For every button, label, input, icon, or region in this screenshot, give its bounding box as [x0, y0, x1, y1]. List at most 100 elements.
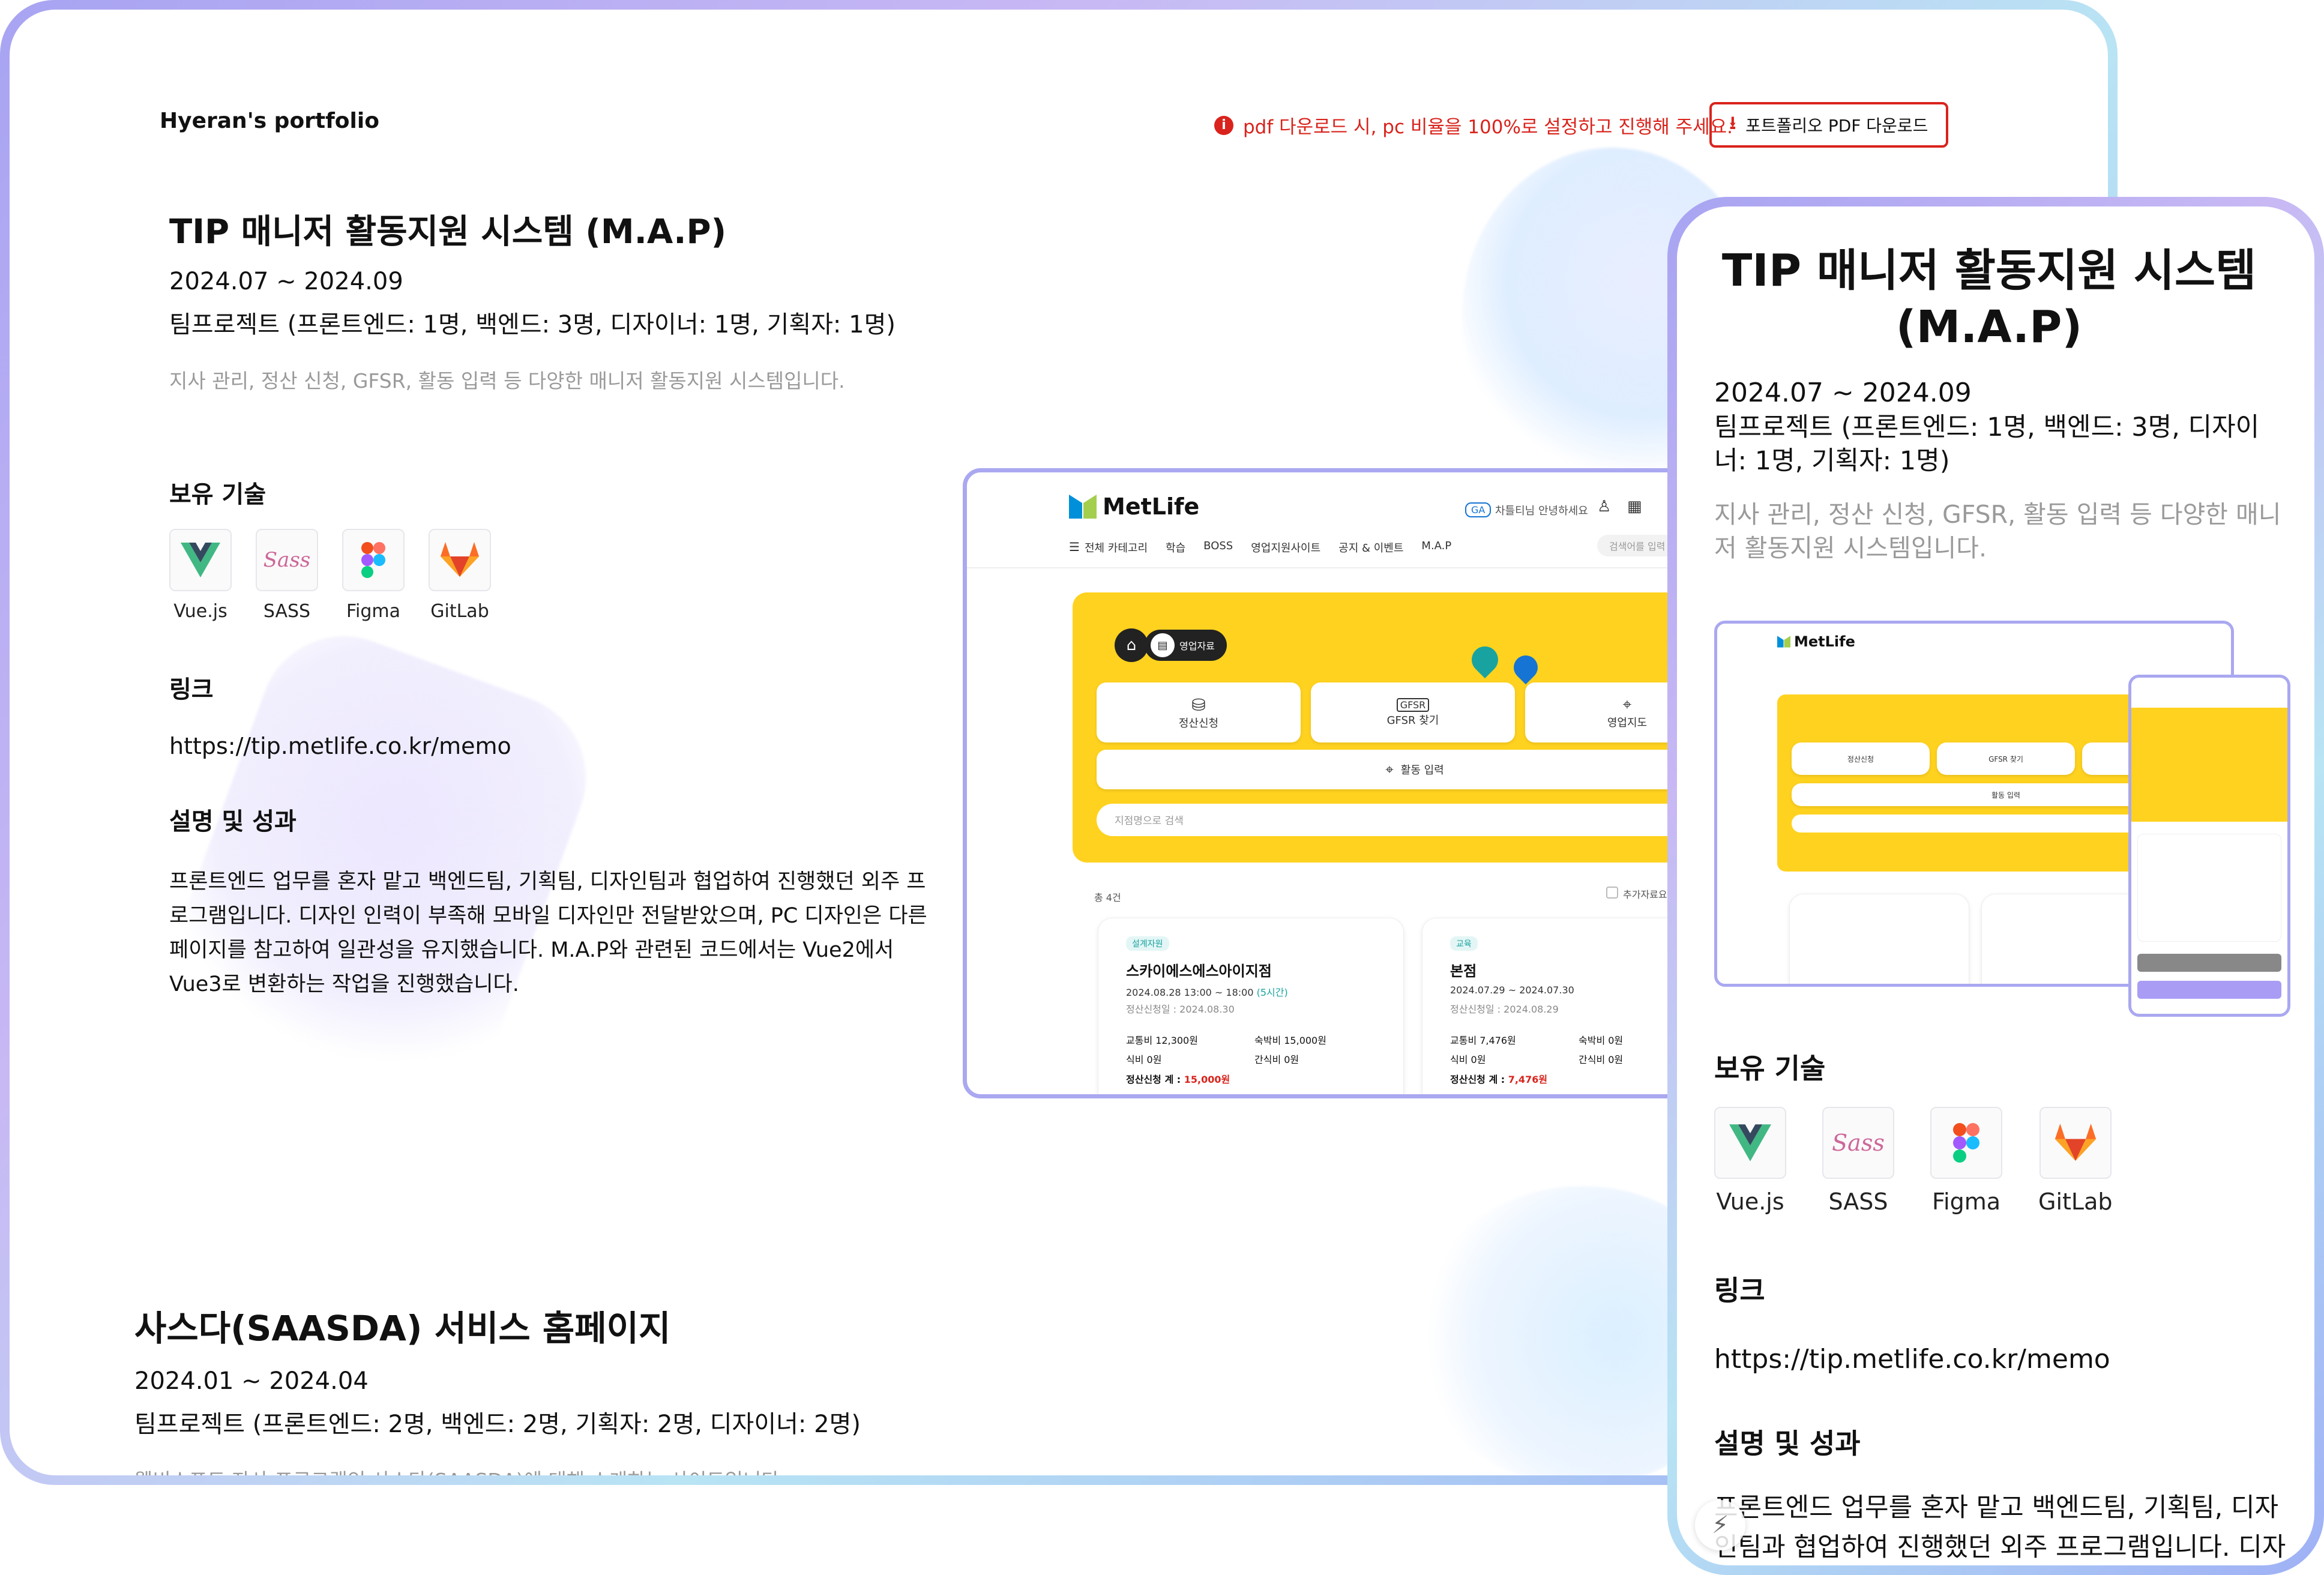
link-heading: 링크 [169, 676, 214, 703]
pdf-download-label: 포트폴리오 PDF 다운로드 [1745, 116, 1928, 136]
nav-all-category[interactable]: 전체 카테고리 [1085, 540, 1148, 555]
vue-icon [1714, 1107, 1786, 1179]
mobile-skill-label-gitlab: GitLab [2038, 1188, 2113, 1215]
checkbox-icon [1606, 887, 1618, 899]
skill-label-sass: SASS [263, 601, 311, 622]
wallet-icon: ⛁ [1191, 694, 1206, 715]
ga-badge: GA [1465, 502, 1492, 517]
map-pin-blue-icon [1508, 650, 1543, 685]
document-icon: ▤ [1151, 633, 1175, 657]
mobile-desc-heading: 설명 및 성과 [1714, 1427, 1861, 1460]
card-name: 스카이에스에스아이지점 [1126, 963, 1272, 980]
project1-summary: 지사 관리, 정산 신청, GFSR, 활동 입력 등 다양한 매니저 활동지원… [169, 369, 845, 393]
metlife-nav: ☰ 전체 카테고리 학습 BOSS 영업지원사이트 공지 & 이벤트 M.A.P [1069, 540, 1451, 555]
pdf-notice: i pdf 다운로드 시, pc 비율을 100%로 설정하고 진행해 주세요. [1214, 112, 1733, 139]
card-cost-transport: 교통비 7,476원 [1450, 1035, 1516, 1046]
info-icon: i [1214, 115, 1233, 135]
phone-button-purple [2137, 981, 2281, 999]
mobile-phone-preview [2128, 675, 2290, 1017]
skill-sass: Sass SASS [256, 529, 318, 622]
lightning-button[interactable]: ⚡ [1695, 1500, 1745, 1550]
card-apply-date: 정산신청일 : 2024.08.29 [1450, 1004, 1559, 1015]
desc-heading: 설명 및 성과 [169, 808, 297, 836]
menu-icon[interactable]: ☰ [1069, 540, 1080, 555]
settlement-card-1[interactable]: 설계자원 스카이에스에스아이지점 2024.08.28 13:00 ~ 18:0… [1098, 918, 1404, 1094]
project1-link[interactable]: https://tip.metlife.co.kr/memo [169, 733, 511, 759]
calendar-icon[interactable]: ▦ [1627, 498, 1642, 516]
phone-hero [2131, 708, 2287, 822]
skill-label-vue: Vue.js [173, 601, 227, 622]
sass-icon: Sass [1822, 1107, 1894, 1179]
greeting-text: 차틀티님 안녕하세요 [1495, 505, 1588, 517]
skill-figma: Figma [342, 529, 405, 622]
mobile-skill-sass: Sass SASS [1822, 1107, 1894, 1215]
mini-tile-settlement: 정산신청 [1792, 742, 1930, 775]
skill-gitlab: GitLab [429, 529, 491, 622]
add-material-checkbox[interactable]: 추가자료요 [1606, 887, 1667, 901]
nav-notice-event[interactable]: 공지 & 이벤트 [1338, 540, 1403, 555]
project1-desc: 프론트엔드 업무를 혼자 맡고 백엔드팀, 기획팀, 디자인팀과 협업하여 진행… [169, 870, 927, 996]
mobile-team: 팀프로젝트 (프론트엔드: 1명, 백엔드: 3명, 디자이너: 1명, 기획자… [1714, 412, 2260, 476]
project2-period: 2024.01 ~ 2024.04 [134, 1367, 369, 1395]
mobile-skills-list: Vue.js Sass SASS Figma GitLab [1714, 1107, 2112, 1215]
skill-vue: Vue.js [169, 529, 232, 622]
hero-chip-label: 영업자료 [1179, 640, 1215, 652]
mobile-skill-label-vue: Vue.js [1716, 1188, 1784, 1215]
tile-gfsr[interactable]: GFSR GFSR 찾기 [1311, 682, 1515, 742]
mobile-skills-heading: 보유 기술 [1714, 1052, 1826, 1085]
mobile-title: TIP 매니저 활동지원 시스템 (M.A.P) [1721, 245, 2257, 353]
location-icon: ⌖ [1622, 695, 1632, 714]
project2-summary: 웹비소프트 자사 프로그램인 사스다(SAASDA)에 대해 소개하는 사이트입… [134, 1465, 786, 1475]
lightning-icon: ⚡ [1711, 1511, 1729, 1539]
mobile-desc: 프론트엔드 업무를 혼자 맡고 백엔드팀, 기획팀, 디자인팀과 협업하여 진행… [1714, 1493, 2286, 1562]
user-icon[interactable]: ♙ [1597, 498, 1611, 516]
nav-sales-site[interactable]: 영업지원사이트 [1251, 540, 1320, 555]
card-tag: 설계자원 [1126, 936, 1169, 951]
pdf-download-button[interactable]: ⭳ 포트폴리오 PDF 다운로드 [1709, 102, 1948, 148]
mobile-period: 2024.07 ~ 2024.09 [1714, 378, 1972, 408]
mini-card-1 [1789, 894, 1969, 984]
home-icon[interactable]: ⌂ [1115, 628, 1148, 662]
card-cost-lodging: 숙박비 15,000원 [1254, 1035, 1326, 1046]
gitlab-icon [2039, 1107, 2112, 1179]
hero-chip: ⌂ ▤ 영업자료 [1115, 628, 1227, 662]
skill-label-figma: Figma [346, 601, 401, 622]
branch-search-input[interactable]: 지점명으로 검색 [1097, 804, 1709, 836]
card-tag: 교육 [1450, 936, 1478, 951]
project2-title: 사스다(SAASDA) 서비스 홈페이지 [134, 1308, 671, 1349]
mobile-link-heading: 링크 [1714, 1274, 1765, 1307]
card-cost-meal: 식비 0원 [1450, 1054, 1486, 1065]
card-cost-snack: 간식비 0원 [1254, 1054, 1299, 1065]
project1-team: 팀프로젝트 (프론트엔드: 1명, 백엔드: 3명, 디자이너: 1명, 기획자… [169, 311, 896, 339]
nav-boss[interactable]: BOSS [1203, 540, 1233, 555]
nav-learning[interactable]: 학습 [1166, 540, 1185, 555]
card-total: 정산신청 계 : 15,000원 [1126, 1074, 1230, 1085]
portfolio-title[interactable]: Hyeran's portfolio [160, 109, 379, 133]
mobile-page: TIP 매니저 활동지원 시스템 (M.A.P) 2024.07 ~ 2024.… [1677, 206, 2314, 1565]
metlife-hero: ⌂ ▤ 영업자료 ⛁ 정산신청 GFSR GFSR 찾기 ⌖ 영업지도 ⌖ 활동… [1073, 592, 1709, 863]
card-apply-date: 정산신청일 : 2024.08.30 [1126, 1004, 1235, 1015]
skills-list: Vue.js Sass SASS Figma GitLab [169, 529, 491, 622]
card-cost-snack: 간식비 0원 [1579, 1054, 1624, 1065]
mobile-frame: TIP 매니저 활동지원 시스템 (M.A.P) 2024.07 ~ 2024.… [1667, 197, 2324, 1575]
activity-input-button[interactable]: ⌖ 활동 입력 [1097, 750, 1709, 789]
phone-list [2137, 834, 2281, 942]
skills-heading: 보유 기술 [169, 481, 266, 508]
mobile-skill-label-sass: SASS [1828, 1188, 1888, 1215]
map-pin-teal-icon [1466, 640, 1504, 679]
mobile-link[interactable]: https://tip.metlife.co.kr/memo [1714, 1344, 2110, 1375]
sass-icon: Sass [256, 529, 318, 591]
metlife-logo[interactable]: MetLife [1069, 493, 1199, 520]
gfsr-search-icon: GFSR [1396, 697, 1430, 712]
mobile-summary: 지사 관리, 정산 신청, GFSR, 활동 입력 등 다양한 매니저 활동지원… [1714, 500, 2281, 562]
card-date: 2024.08.28 13:00 ~ 18:00 (5시간) [1126, 987, 1288, 998]
project1-period: 2024.07 ~ 2024.09 [169, 268, 403, 295]
project1-title: TIP 매니저 활동지원 시스템 (M.A.P) [169, 212, 727, 251]
tile-settlement[interactable]: ⛁ 정산신청 [1097, 682, 1301, 742]
nav-map[interactable]: M.A.P [1421, 540, 1451, 555]
card-name: 본점 [1450, 963, 1477, 980]
skill-label-gitlab: GitLab [430, 601, 489, 622]
card-cost-lodging: 숙박비 0원 [1579, 1035, 1624, 1046]
project2-team: 팀프로젝트 (프론트엔드: 2명, 백엔드: 2명, 기획자: 2명, 디자이너… [134, 1411, 861, 1438]
card-cost-transport: 교통비 12,300원 [1126, 1035, 1198, 1046]
